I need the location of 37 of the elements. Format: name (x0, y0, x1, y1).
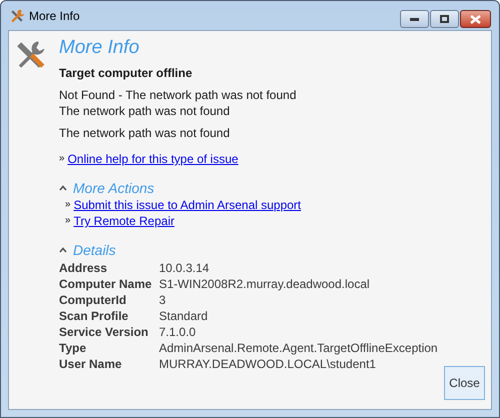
chevron-up-icon[interactable] (59, 247, 67, 253)
section-heading: Details (73, 241, 116, 259)
detail-value: S1-WIN2008R2.murray.deadwood.local (159, 276, 371, 292)
close-button[interactable] (460, 10, 491, 28)
detail-value: 3 (159, 292, 167, 308)
dialog-heading: More Info (59, 36, 140, 60)
detail-label: Address (59, 260, 108, 276)
detail-label: Scan Profile (59, 308, 130, 324)
section-heading: More Actions (73, 179, 154, 197)
detail-value: MURRAY.DEADWOOD.LOCAL\student1 (159, 356, 377, 372)
message-text: Not Found - The network path was not found The network path was not found (59, 87, 298, 119)
bullet-mark: » (65, 214, 71, 228)
detail-label: Computer Name (59, 276, 153, 292)
bullet-mark: » (59, 152, 65, 166)
detail-label: ComputerId (59, 292, 128, 308)
close-button[interactable]: Close (444, 366, 485, 400)
bullet-mark: » (65, 198, 71, 212)
window-title: More Info (29, 8, 80, 24)
detail-value: Standard (159, 308, 209, 324)
detail-label: Type (59, 340, 88, 356)
maximize-icon (440, 15, 449, 23)
detail-value: AdminArsenal.Remote.Agent.TargetOfflineException (159, 340, 439, 356)
minimize-button[interactable] (400, 10, 429, 28)
chevron-up-icon[interactable] (59, 185, 67, 191)
help-link[interactable]: Try Remote Repair (74, 213, 174, 229)
detail-label: Service Version (59, 324, 150, 340)
summary-text: Target computer offline (59, 65, 194, 81)
detail-value: 10.0.3.14 (159, 260, 210, 276)
detail-label: User Name (59, 356, 123, 372)
message-text: The network path was not found (59, 125, 231, 141)
detail-value: 7.1.0.0 (159, 324, 197, 340)
tools-icon (9, 8, 25, 24)
close-icon (470, 14, 481, 24)
minimize-icon (410, 18, 419, 20)
help-link[interactable]: Online help for this type of issue (68, 151, 238, 167)
help-link[interactable]: Submit this issue to Admin Arsenal support (74, 197, 302, 213)
maximize-button[interactable] (430, 10, 459, 28)
